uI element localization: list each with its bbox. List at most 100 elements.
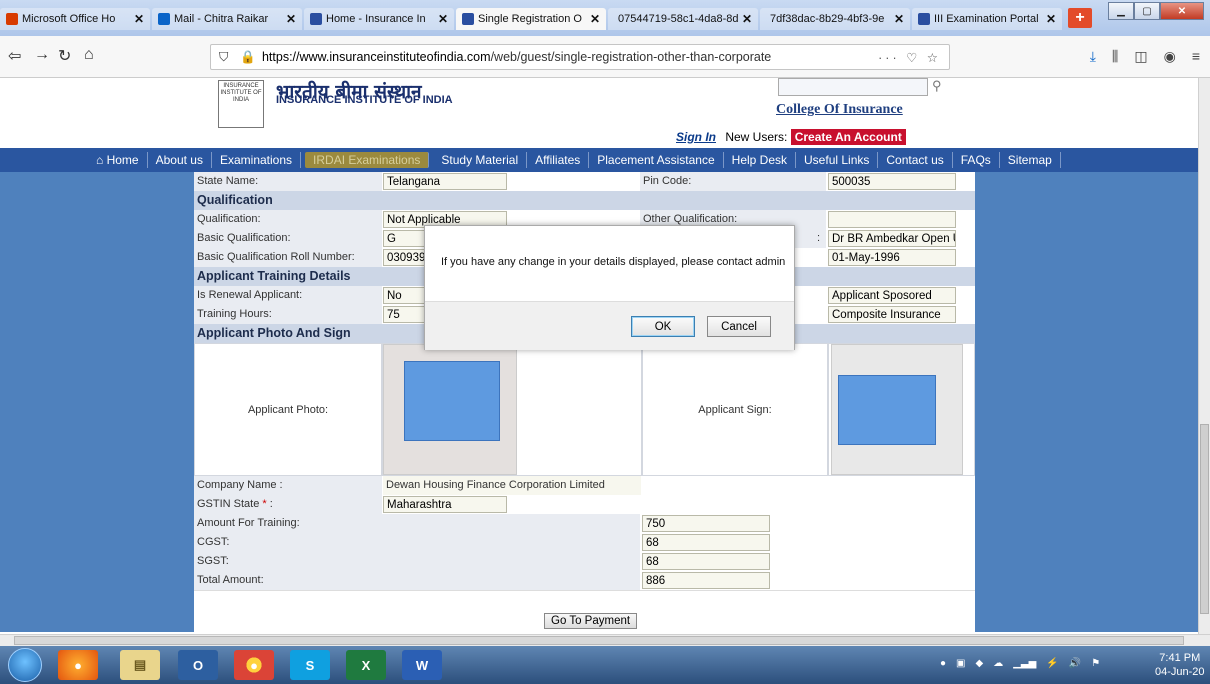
menu-item[interactable]: Examinations: [212, 152, 302, 168]
account-icon[interactable]: ◉: [1164, 48, 1176, 65]
gstin-row: GSTIN State * : Maharashtra: [194, 495, 975, 514]
tray-cloud-icon[interactable]: ☁: [993, 658, 1003, 669]
applicant-photo-label: Applicant Photo:: [194, 343, 382, 476]
system-clock[interactable]: 7:41 PM 04-Jun-20: [1155, 651, 1205, 679]
confirm-dialog: If you have any change in your details d…: [424, 225, 795, 350]
horizontal-scroll-thumb[interactable]: [14, 636, 1184, 645]
tab-label: Single Registration O: [478, 13, 582, 25]
tray-power-icon[interactable]: ⚡: [1046, 658, 1058, 669]
menu-icon[interactable]: ≡: [1192, 48, 1200, 65]
web-page: INSURANCE INSTITUTE OF INDIA भारतीय बीमा…: [0, 78, 1198, 634]
browser-tab[interactable]: Microsoft Office Ho ✕: [0, 8, 150, 30]
total-label: Total Amount:: [194, 571, 640, 590]
tab-close-icon[interactable]: ✕: [1046, 12, 1056, 26]
right-panel: [975, 172, 1198, 632]
menu-item[interactable]: Contact us: [878, 152, 953, 168]
menu-item[interactable]: Sitemap: [1000, 152, 1061, 168]
tab-close-icon[interactable]: ✕: [894, 12, 904, 26]
home-icon[interactable]: ⌂: [84, 46, 94, 64]
tab-close-icon[interactable]: ✕: [590, 12, 600, 26]
browser-tab[interactable]: III Examination Portal (U ✕: [912, 8, 1062, 30]
search-icon[interactable]: ⚲: [932, 78, 942, 94]
other-qualification-value: [828, 211, 956, 228]
tray-signal-icon[interactable]: ▁▃▅: [1013, 658, 1036, 669]
back-arrow-icon[interactable]: ⇦: [8, 46, 21, 66]
vertical-scrollbar[interactable]: [1198, 78, 1210, 634]
tab-close-icon[interactable]: ✕: [134, 12, 144, 26]
word-icon[interactable]: W: [402, 650, 442, 680]
sidebar-icon[interactable]: ◫: [1134, 48, 1147, 65]
tray-antivirus-icon[interactable]: ◆: [976, 658, 984, 669]
company-label: Company Name :: [194, 476, 382, 495]
excel-icon[interactable]: X: [346, 650, 386, 680]
menu-item[interactable]: Help Desk: [724, 152, 797, 168]
library-icon[interactable]: ⫼: [1112, 48, 1118, 65]
minimize-button[interactable]: ▁: [1108, 2, 1134, 20]
page-actions-icon[interactable]: ··· ♡ ☆: [878, 50, 941, 65]
browser-tab[interactable]: 07544719-58c1-4da8-8d ✕: [608, 8, 758, 30]
maximize-button[interactable]: ▢: [1134, 2, 1160, 20]
forward-arrow-icon[interactable]: →: [34, 46, 50, 64]
menu-item-label: Useful Links: [804, 153, 870, 167]
reload-icon[interactable]: ↻: [58, 46, 71, 66]
menu-item[interactable]: IRDAI Examinations: [305, 152, 430, 168]
logo-emblem[interactable]: INSURANCE INSTITUTE OF INDIA: [218, 80, 264, 128]
start-button[interactable]: [8, 648, 42, 682]
menu-item[interactable]: About us: [148, 152, 212, 168]
browser-tab[interactable]: Single Registration O ✕: [456, 8, 606, 30]
tray-search-icon[interactable]: ●: [940, 658, 946, 669]
download-icon[interactable]: ⤓: [1090, 48, 1096, 65]
ok-button[interactable]: OK: [631, 316, 695, 337]
applicant-sign-label: Applicant Sign:: [642, 343, 828, 476]
tray-network-icon[interactable]: ▣: [956, 658, 965, 669]
menu-item-label: Affiliates: [535, 153, 581, 167]
create-account-link[interactable]: Create An Account: [790, 129, 906, 145]
browser-tab[interactable]: 7df38dac-8b29-4bf3-9e ✕: [760, 8, 910, 30]
search-input[interactable]: [778, 78, 928, 96]
browser-tab[interactable]: Home - Insurance In ✕: [304, 8, 454, 30]
menu-item-label: Study Material: [441, 153, 519, 167]
tray-volume-icon[interactable]: 🔊: [1069, 658, 1081, 669]
tab-label: III Examination Portal (U: [934, 13, 1042, 25]
chrome-icon[interactable]: ●: [234, 650, 274, 680]
board-value: Dr BR Ambedkar Open U: [828, 230, 956, 247]
tab-close-icon[interactable]: ✕: [438, 12, 448, 26]
menu-item-label: Contact us: [886, 153, 944, 167]
payment-row: [194, 590, 975, 609]
tab-close-icon[interactable]: ✕: [742, 12, 752, 26]
menu-item[interactable]: ⌂ Home: [88, 152, 148, 168]
clock-time: 7:41 PM: [1159, 652, 1201, 664]
signin-row: Sign In New Users: Create An Account: [676, 129, 906, 145]
menu-item[interactable]: Affiliates: [527, 152, 590, 168]
horizontal-scrollbar[interactable]: [0, 634, 1210, 646]
close-window-button[interactable]: ✕: [1160, 2, 1204, 20]
sign-in-link[interactable]: Sign In: [676, 130, 716, 144]
tray-flag-icon[interactable]: ⚑: [1091, 658, 1100, 669]
outlook-icon[interactable]: O: [178, 650, 218, 680]
url-path: /web/guest/single-registration-other-tha…: [490, 50, 772, 64]
training-hours-label: Training Hours:: [194, 305, 382, 324]
menu-item-label: IRDAI Examinations: [313, 153, 421, 167]
tab-close-icon[interactable]: ✕: [286, 12, 296, 26]
menu-item-label: About us: [155, 153, 203, 167]
menu-item[interactable]: Study Material: [433, 152, 528, 168]
menu-item[interactable]: Placement Assistance: [589, 152, 724, 168]
tab-favicon-icon: [158, 13, 170, 25]
vertical-scroll-thumb[interactable]: [1200, 424, 1209, 614]
college-link[interactable]: College Of Insurance: [776, 102, 903, 118]
menu-item[interactable]: FAQs: [953, 152, 1000, 168]
explorer-icon[interactable]: ▤: [120, 650, 160, 680]
address-bar[interactable]: ⛉ 🔒 https://www.insuranceinstituteofindi…: [210, 44, 950, 70]
logo-text-english[interactable]: INSURANCE INSTITUTE OF INDIA: [276, 94, 453, 106]
total-value: 886: [642, 572, 770, 589]
browser-toolbar: ⇦ → ↻ ⌂ ⛉ 🔒 https://www.insuranceinstitu…: [0, 36, 1210, 78]
firefox-icon[interactable]: ●: [58, 650, 98, 680]
skype-icon[interactable]: S: [290, 650, 330, 680]
menu-item-label: FAQs: [960, 153, 991, 167]
cancel-button[interactable]: Cancel: [707, 316, 771, 337]
menu-item[interactable]: Useful Links: [796, 152, 879, 168]
go-to-payment-button[interactable]: Go To Payment: [544, 613, 638, 629]
new-tab-button[interactable]: +: [1068, 8, 1092, 28]
browser-tab[interactable]: Mail - Chitra Raikar ✕: [152, 8, 302, 30]
menu-item-label: Sitemap: [1007, 153, 1052, 167]
